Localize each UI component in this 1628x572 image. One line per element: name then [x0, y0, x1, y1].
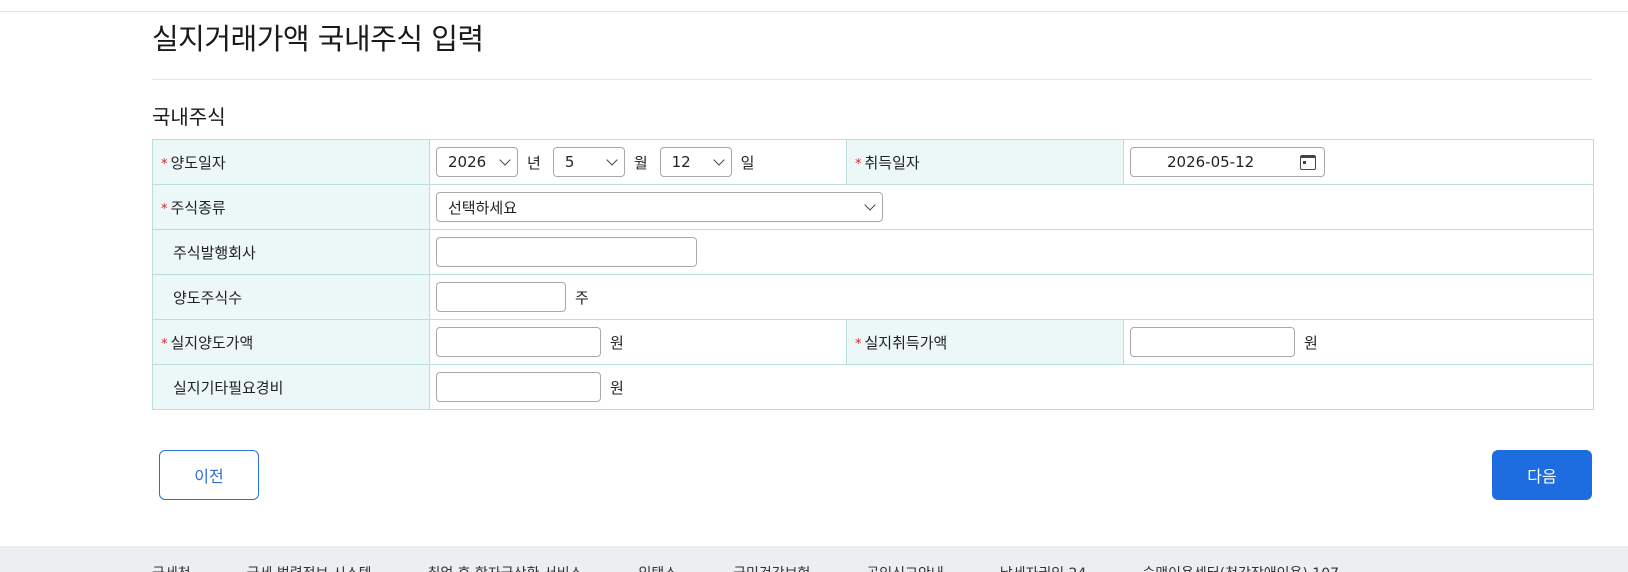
required-mark: *: [161, 201, 168, 217]
label-transfer-price: * 실지양도가액: [152, 319, 430, 365]
chevron-down-icon: [499, 154, 511, 166]
footer-link[interactable]: 국세 법령정보 시스템: [247, 563, 372, 572]
row-stock-type: * 주식종류 선택하세요: [152, 184, 1594, 230]
footer: 국세청 국세 법령정보 시스템 취업 후 학자금상환 서비스 임택스 국민건강보…: [0, 546, 1628, 572]
required-mark: *: [855, 156, 862, 172]
day-select[interactable]: 12: [659, 147, 732, 177]
cell-acquisition-price: 원: [1123, 319, 1594, 365]
label-acquisition-date: * 취득일자: [846, 139, 1124, 185]
issuer-input[interactable]: [436, 237, 697, 267]
stock-form-table: * 양도일자 2026 년 5 월 12 일 * 취득일자 2026-05-12 * 주식종류 …: [152, 139, 1594, 410]
row-shares: 양도주식수 주: [152, 274, 1594, 320]
label-acquisition-price: * 실지취득가액: [846, 319, 1124, 365]
cell-shares: 주: [429, 274, 1594, 320]
required-mark: *: [161, 336, 168, 352]
month-unit: 월: [633, 153, 648, 172]
month-select[interactable]: 5: [552, 147, 625, 177]
cell-issuer: [429, 229, 1594, 275]
stock-type-select[interactable]: 선택하세요: [436, 192, 883, 222]
acquisition-price-input[interactable]: [1130, 327, 1295, 357]
year-unit: 년: [527, 153, 541, 172]
prev-button[interactable]: 이전: [159, 450, 259, 500]
footer-link[interactable]: 납세자권익 24: [1000, 563, 1087, 572]
shares-input[interactable]: [436, 282, 566, 312]
footer-link[interactable]: 국세청: [152, 563, 191, 572]
cell-transfer-date: 2026 년 5 월 12 일: [429, 139, 847, 185]
label-transfer-date: * 양도일자: [152, 139, 430, 185]
transfer-price-input[interactable]: [436, 327, 601, 357]
day-unit: 일: [740, 153, 755, 172]
footer-link[interactable]: 공익신고안내: [866, 563, 943, 572]
year-select[interactable]: 2026: [436, 147, 518, 177]
chevron-down-icon: [606, 154, 618, 166]
acquisition-price-unit: 원: [1304, 333, 1318, 352]
shares-unit: 주: [575, 288, 589, 307]
top-divider: [0, 11, 1628, 12]
footer-link[interactable]: 임택스: [639, 563, 678, 572]
acquisition-date-input[interactable]: 2026-05-12: [1130, 147, 1325, 177]
label-other-expenses: 실지기타필요경비: [152, 364, 430, 410]
calendar-icon[interactable]: [1300, 154, 1316, 170]
cell-acquisition-date: 2026-05-12: [1123, 139, 1594, 185]
footer-link[interactable]: 국민건강보험: [733, 563, 810, 572]
label-issuer: 주식발행회사: [152, 229, 430, 275]
other-expenses-input[interactable]: [436, 372, 601, 402]
label-stock-type: * 주식종류: [152, 184, 430, 230]
row-other-expenses: 실지기타필요경비 원: [152, 364, 1594, 410]
required-mark: *: [855, 336, 862, 352]
cell-stock-type: 선택하세요: [429, 184, 1594, 230]
next-button[interactable]: 다음: [1492, 450, 1592, 500]
chevron-down-icon: [864, 199, 876, 211]
footer-links: 국세청 국세 법령정보 시스템 취업 후 학자금상환 서비스 임택스 국민건강보…: [152, 563, 1395, 572]
label-shares: 양도주식수: [152, 274, 430, 320]
footer-link[interactable]: 숙맥이용센터(청각장애인용) 107: [1142, 563, 1339, 572]
row-issuer: 주식발행회사: [152, 229, 1594, 275]
other-expenses-unit: 원: [610, 378, 624, 397]
page-title: 실지거래가액 국내주식 입력: [152, 22, 484, 56]
footer-link[interactable]: 취업 후 학자금상환 서비스: [427, 563, 582, 572]
chevron-down-icon: [712, 154, 725, 166]
row-dates: * 양도일자 2026 년 5 월 12 일 * 취득일자 2026-05-12: [152, 139, 1594, 185]
transfer-price-unit: 원: [610, 333, 624, 352]
required-mark: *: [161, 156, 168, 172]
section-title: 국내주식: [152, 105, 226, 129]
cell-other-expenses: 원: [429, 364, 1594, 410]
title-divider: [152, 79, 1592, 80]
row-prices: * 실지양도가액 원 * 실지취득가액 원: [152, 319, 1594, 365]
cell-transfer-price: 원: [429, 319, 847, 365]
